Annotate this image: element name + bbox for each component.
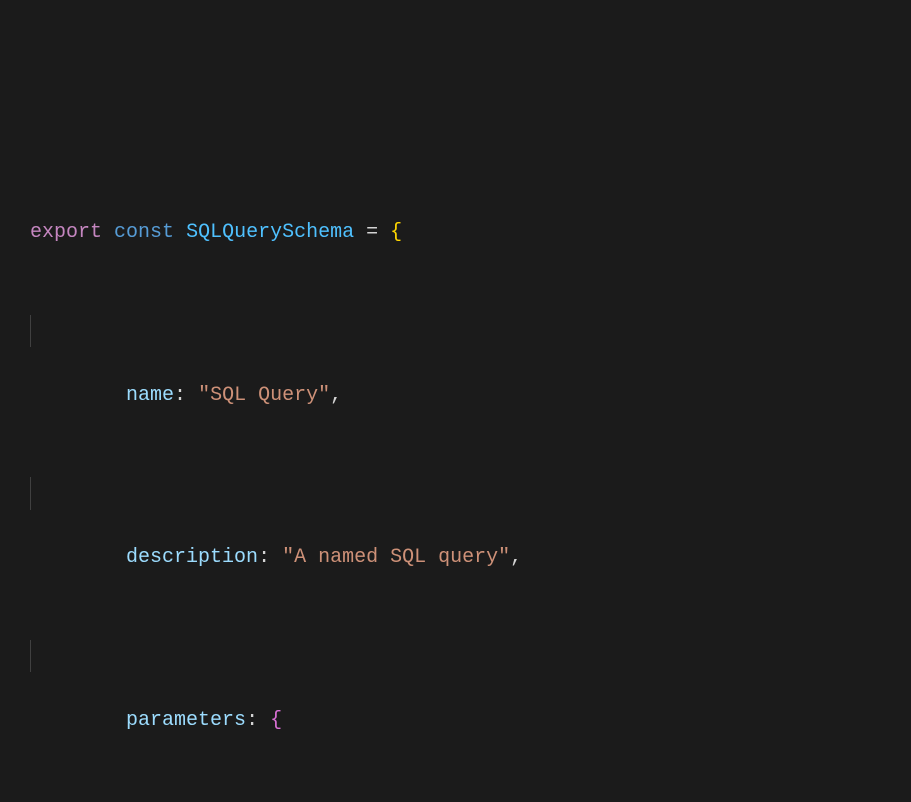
colon: : (246, 709, 258, 732)
code-line: name: "SQL Query", (0, 315, 911, 348)
code-editor[interactable]: export const SQLQuerySchema = { name: "S… (0, 0, 911, 802)
brace-open: { (270, 709, 282, 732)
code-line: export const SQLQuerySchema = { (0, 152, 911, 185)
prop-description: description (126, 546, 258, 569)
comma: , (510, 546, 522, 569)
code-line: parameters: { (0, 640, 911, 673)
string-literal: "SQL Query" (198, 384, 330, 407)
variable-name: SQLQuerySchema (186, 221, 354, 244)
brace-open: { (390, 221, 402, 244)
keyword-export: export (30, 221, 102, 244)
code-line: description: "A named SQL query", (0, 477, 911, 510)
prop-name: name (126, 384, 174, 407)
keyword-const: const (114, 221, 174, 244)
comma: , (330, 384, 342, 407)
colon: : (258, 546, 270, 569)
equals-sign: = (366, 221, 378, 244)
colon: : (174, 384, 186, 407)
string-literal: "A named SQL query" (282, 546, 510, 569)
prop-parameters: parameters (126, 709, 246, 732)
